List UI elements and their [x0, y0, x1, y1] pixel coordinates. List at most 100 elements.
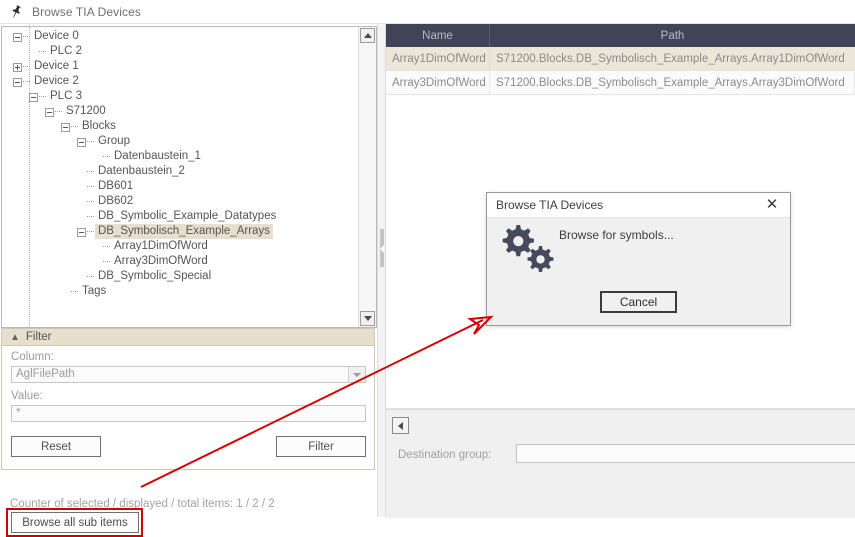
cell-path: S71200.Blocks.DB_Symbolisch_Example_Arra…: [496, 52, 845, 65]
tree-connector-icon: [87, 216, 94, 218]
tree-node[interactable]: Device 1: [2, 59, 359, 74]
cell-name: Array3DimOfWord: [386, 71, 490, 94]
tree-collapse-icon[interactable]: [61, 123, 70, 132]
value-label: Value:: [11, 390, 43, 402]
item-counter-text: Counter of selected / displayed / total …: [10, 498, 275, 510]
tree-node[interactable]: Array1DimOfWord: [2, 239, 359, 254]
device-tree-panel: Device 0 PLC 2 Device 1 Device 2 PLC 3 S71200…: [1, 26, 377, 328]
browse-all-sub-items-button[interactable]: Browse all sub items: [11, 512, 139, 533]
filter-group-label: Filter: [25, 331, 52, 343]
tree-node-label: PLC 2: [50, 45, 82, 57]
chevron-down-icon: [353, 372, 361, 377]
tree-node[interactable]: Tags: [2, 284, 359, 299]
column-label: Column:: [11, 351, 54, 363]
symbols-grid-header: Name Path: [386, 24, 855, 47]
tree-node[interactable]: Array3DimOfWord: [2, 254, 359, 269]
dialog-titlebar: Browse TIA Devices ✕: [487, 193, 790, 218]
tree-node[interactable]: PLC 2: [2, 44, 359, 59]
tree-connector-icon: [103, 261, 110, 263]
cell-name: Array1DimOfWord: [386, 47, 490, 70]
reset-button[interactable]: Reset: [11, 436, 101, 457]
value-input[interactable]: *: [11, 405, 366, 422]
tree-node[interactable]: PLC 3: [2, 89, 359, 104]
tree-node-label: Array3DimOfWord: [114, 255, 208, 267]
tree-node[interactable]: Blocks: [2, 119, 359, 134]
column-combobox[interactable]: AglFilePath: [11, 366, 366, 383]
scroll-up-button[interactable]: [360, 28, 375, 43]
tree-node-label: DB_Symbolisch_Example_Arrays: [95, 224, 273, 239]
tree-connector-icon: [103, 156, 110, 158]
tree-connector-icon: [39, 96, 46, 98]
tree-expand-icon[interactable]: [13, 63, 22, 72]
tree-node[interactable]: Datenbaustein_2: [2, 164, 359, 179]
dialog-cancel-button[interactable]: Cancel: [600, 291, 677, 313]
value-input-text: *: [16, 407, 21, 419]
table-row[interactable]: Array3DimOfWord S71200.Blocks.DB_Symbolis…: [386, 71, 855, 95]
destination-group-label: Destination group:: [398, 449, 492, 461]
tree-node[interactable]: Device 0: [2, 29, 359, 44]
tree-connector-icon: [87, 171, 94, 173]
tree-connector-icon: [87, 276, 94, 278]
tree-connector-icon: [87, 231, 94, 233]
tree-node-label: Device 2: [34, 75, 79, 87]
tree-node[interactable]: DB_Symbolisch_Example_Arrays: [2, 224, 359, 239]
scroll-down-button[interactable]: [360, 311, 375, 326]
triangle-down-icon: [363, 316, 372, 321]
tree-node[interactable]: DB602: [2, 194, 359, 209]
filter-group-body: Column: AglFilePath Value: * Reset Filte…: [1, 346, 375, 470]
pane-splitter[interactable]: [377, 24, 386, 517]
tree-connector-icon: [39, 51, 46, 53]
tree-node-label: DB601: [98, 180, 134, 192]
tree-collapse-icon[interactable]: [77, 228, 86, 237]
dialog-cancel-label: Cancel: [619, 295, 658, 309]
chevron-up-icon: ▲: [10, 331, 20, 343]
tree-node-label: DB602: [98, 195, 134, 207]
tree-connector-icon: [23, 66, 30, 68]
table-row[interactable]: Array1DimOfWord S71200.Blocks.DB_Symbolis…: [386, 47, 855, 71]
tree-node-label: DB_Symbolic_Example_Datatypes: [98, 210, 277, 222]
tree-connector-icon: [87, 186, 94, 188]
tree-vertical-scrollbar[interactable]: [358, 27, 376, 327]
tree-collapse-icon[interactable]: [13, 33, 22, 42]
panel-divider: [386, 409, 855, 410]
tree-connector-icon: [71, 126, 78, 128]
filter-button-label: Filter: [308, 440, 334, 453]
column-header-path[interactable]: Path: [490, 24, 855, 47]
tree-collapse-icon[interactable]: [13, 78, 22, 87]
tree-node-label: Device 1: [34, 60, 79, 72]
tree-node-label: PLC 3: [50, 90, 82, 102]
tree-node[interactable]: Device 2: [2, 74, 359, 89]
tree-node-label: Datenbaustein_2: [98, 165, 185, 177]
tree-connector-icon: [23, 36, 30, 38]
tree-node-label: S71200: [66, 105, 106, 117]
tree-connector-icon: [103, 246, 110, 248]
device-tree[interactable]: Device 0 PLC 2 Device 1 Device 2 PLC 3 S71200…: [2, 27, 359, 327]
tree-node[interactable]: Datenbaustein_1: [2, 149, 359, 164]
tree-node[interactable]: DB_Symbolic_Special: [2, 269, 359, 284]
tree-node-label: Tags: [82, 285, 107, 297]
window-titlebar: Browse TIA Devices: [0, 0, 855, 24]
tree-node-label: DB_Symbolic_Special: [98, 270, 212, 282]
tree-connector-icon: [87, 201, 94, 203]
tree-node[interactable]: Group: [2, 134, 359, 149]
triangle-left-icon: [398, 421, 403, 430]
reset-button-label: Reset: [40, 440, 72, 453]
tree-collapse-icon[interactable]: [29, 93, 38, 102]
tree-node[interactable]: DB_Symbolic_Example_Datatypes: [2, 209, 359, 224]
pin-icon: [7, 3, 25, 21]
close-icon[interactable]: ✕: [754, 193, 790, 216]
tree-collapse-icon[interactable]: [77, 138, 86, 147]
tree-node-label: Datenbaustein_1: [114, 150, 201, 162]
destination-group-input[interactable]: [516, 444, 855, 463]
tree-collapse-icon[interactable]: [45, 108, 54, 117]
left-pane: Device 0 PLC 2 Device 1 Device 2 PLC 3 S71200…: [0, 24, 377, 537]
tree-node[interactable]: DB601: [2, 179, 359, 194]
filter-button[interactable]: Filter: [276, 436, 366, 457]
column-combobox-value: AglFilePath: [16, 368, 75, 380]
column-header-name[interactable]: Name: [386, 24, 490, 47]
tree-connector-icon: [71, 291, 78, 293]
filter-group-header[interactable]: ▲ Filter: [1, 328, 375, 346]
column-dropdown-button[interactable]: [348, 367, 365, 382]
collapse-panel-button[interactable]: [392, 417, 409, 434]
tree-node[interactable]: S71200: [2, 104, 359, 119]
